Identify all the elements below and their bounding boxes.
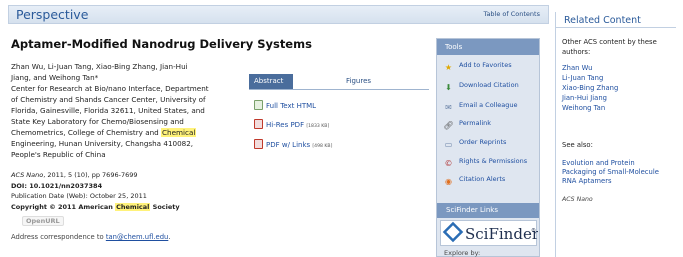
- highlighted-term: Chemical: [115, 202, 151, 211]
- link-label: PDF w/ Links: [266, 141, 311, 149]
- add-to-favorites[interactable]: ★ Add to Favorites: [443, 61, 512, 73]
- other-content-heading: Other ACS content by these authors:: [562, 38, 680, 57]
- download-icon: ⬇: [445, 83, 452, 92]
- download-citation[interactable]: ⬇ Download Citation: [443, 81, 519, 93]
- affiliation-line: Center for Research at Bio/nano Interfac…: [11, 84, 209, 93]
- affiliation-text: Chemometrics, College of Chemistry and: [11, 128, 162, 137]
- full-text-html-link[interactable]: Full Text HTML: [254, 100, 316, 110]
- related-article-line: Packaging of Small-Molecule: [562, 168, 659, 177]
- related-article-link[interactable]: Evolution and Protein Packaging of Small…: [562, 159, 680, 187]
- copyright: Copyright © 2011 American Chemical Socie…: [11, 202, 241, 213]
- link-label: Hi-Res PDF: [266, 121, 305, 129]
- related-article-line: Evolution and Protein: [562, 159, 635, 167]
- openurl-button[interactable]: OpenURL: [22, 216, 64, 226]
- tool-label: Email a Colleague: [459, 101, 518, 109]
- hi-res-pdf-link[interactable]: Hi-Res PDF [1833 KB]: [254, 119, 329, 129]
- scifinder-logo-text: SciFinder: [465, 225, 538, 243]
- email-link[interactable]: tan@chem.ufl.edu: [106, 233, 169, 241]
- star-icon: ★: [444, 63, 453, 72]
- publication-date: Publication Date (Web): October 25, 2011: [11, 192, 147, 201]
- link-label: Full Text HTML: [266, 102, 317, 110]
- correspondence-text: Address correspondence to: [11, 233, 106, 241]
- see-also-label: See also:: [562, 141, 593, 149]
- highlighted-term: Chemical: [161, 128, 197, 137]
- scifinder-logo: SciFinder ®: [442, 221, 538, 243]
- content-tabs: Abstract Figures: [249, 74, 429, 90]
- affiliation-line: Engineering, Hunan University, Changsha …: [11, 139, 194, 148]
- section-header: Perspective Table of Contents: [8, 5, 549, 24]
- pdf-with-links-link[interactable]: PDF w/ Links [498 KB]: [254, 139, 332, 149]
- related-author-link[interactable]: Xiao-Bing Zhang: [562, 84, 618, 92]
- envelope-icon: ✉: [445, 103, 452, 112]
- html-document-icon: [254, 100, 263, 110]
- tool-label: Download Citation: [459, 81, 519, 89]
- divider: [556, 27, 676, 28]
- pdf-icon: [254, 139, 263, 149]
- tab-figures[interactable]: Figures: [346, 77, 371, 85]
- file-size: [498 KB]: [312, 144, 333, 149]
- affiliation-line: Florida, Gainesville, Florida 32611, Uni…: [11, 106, 205, 115]
- permalink[interactable]: 🔗︎ Permalink: [443, 119, 491, 131]
- article-title: Aptamer-Modified Nanodrug Delivery Syste…: [11, 37, 312, 51]
- file-size: [1833 KB]: [306, 124, 330, 129]
- scifinder-logo-button[interactable]: SciFinder ®: [440, 220, 538, 246]
- copyright-icon: ©: [444, 159, 453, 168]
- tool-label: Citation Alerts: [459, 175, 506, 183]
- related-author-link[interactable]: Li-Juan Tang: [562, 74, 603, 82]
- email-a-colleague[interactable]: ✉ Email a Colleague: [443, 101, 518, 113]
- table-of-contents-link[interactable]: Table of Contents: [484, 10, 540, 18]
- correspondence: Address correspondence to tan@chem.ufl.e…: [11, 233, 171, 241]
- affiliation: Center for Research at Bio/nano Interfac…: [11, 83, 241, 160]
- correspondence-text: .: [168, 233, 171, 241]
- related-journal: ACS Nano: [562, 196, 593, 203]
- authors-line: Zhan Wu, Li-Juan Tang, Xiao-Bing Zhang, …: [11, 62, 188, 71]
- copyright-text: Copyright © 2011 American: [11, 202, 116, 211]
- related-author-link[interactable]: Weihong Tan: [562, 104, 605, 112]
- affiliation-line: People's Republic of China: [11, 150, 106, 159]
- section-title: Perspective: [16, 7, 89, 22]
- link-icon: 🔗︎: [443, 121, 454, 130]
- related-content-panel: Related Content Other ACS content by the…: [555, 12, 683, 257]
- citation-line: ACS Nano, 2011, 5 (10), pp 7696-7699: [11, 170, 241, 181]
- heading-line: authors:: [562, 47, 591, 56]
- tools-panel: Tools ★ Add to Favorites ⬇ Download Citati…: [436, 38, 540, 257]
- publication-meta: ACS Nano, 2011, 5 (10), pp 7696-7699 DOI…: [11, 170, 241, 212]
- explore-by-label: Explore by:: [444, 249, 481, 257]
- order-reprints[interactable]: ▭ Order Reprints: [443, 138, 507, 150]
- tools-header: Tools: [437, 39, 539, 55]
- related-content-title: Related Content: [564, 15, 641, 26]
- tool-label: Add to Favorites: [459, 61, 512, 69]
- affiliation-line: State Key Laboratory for Chemo/Biosensin…: [11, 117, 184, 126]
- affiliation-line: of Chemistry and Shands Cancer Center, U…: [11, 95, 206, 104]
- journal-name: ACS Nano: [11, 171, 44, 179]
- rss-icon: ◉: [445, 177, 452, 186]
- scifinder-header: SciFinder Links: [437, 203, 539, 218]
- heading-line: Other ACS content by these: [562, 38, 657, 46]
- citation-alerts[interactable]: ◉ Citation Alerts: [443, 175, 505, 187]
- citation-text: , 2011, 5 (10), pp 7696-7699: [43, 171, 138, 179]
- related-article-line: RNA Aptamers: [562, 177, 612, 186]
- copyright-text: Society: [150, 202, 180, 211]
- document-icon: ▭: [444, 140, 453, 149]
- related-author-link[interactable]: Zhan Wu: [562, 64, 592, 72]
- authors-line: Jiang, and Weihong Tan*: [11, 73, 99, 82]
- tool-label: Permalink: [459, 119, 492, 127]
- pdf-icon: [254, 119, 263, 129]
- rights-and-permissions[interactable]: © Rights & Permissions: [443, 157, 528, 169]
- affiliation-line: Chemometrics, College of Chemistry and C…: [11, 127, 241, 138]
- authors: Zhan Wu, Li-Juan Tang, Xiao-Bing Zhang, …: [11, 61, 241, 83]
- tool-label: Rights & Permissions: [459, 157, 528, 165]
- tool-label: Order Reprints: [459, 138, 507, 146]
- doi: DOI: 10.1021/nn2037384: [11, 181, 103, 190]
- tab-abstract[interactable]: Abstract: [249, 74, 293, 89]
- related-author-link[interactable]: Jian-Hui Jiang: [562, 94, 607, 102]
- registered-mark: ®: [531, 227, 536, 234]
- article-panel: Perspective Table of Contents Aptamer-Mo…: [8, 5, 549, 257]
